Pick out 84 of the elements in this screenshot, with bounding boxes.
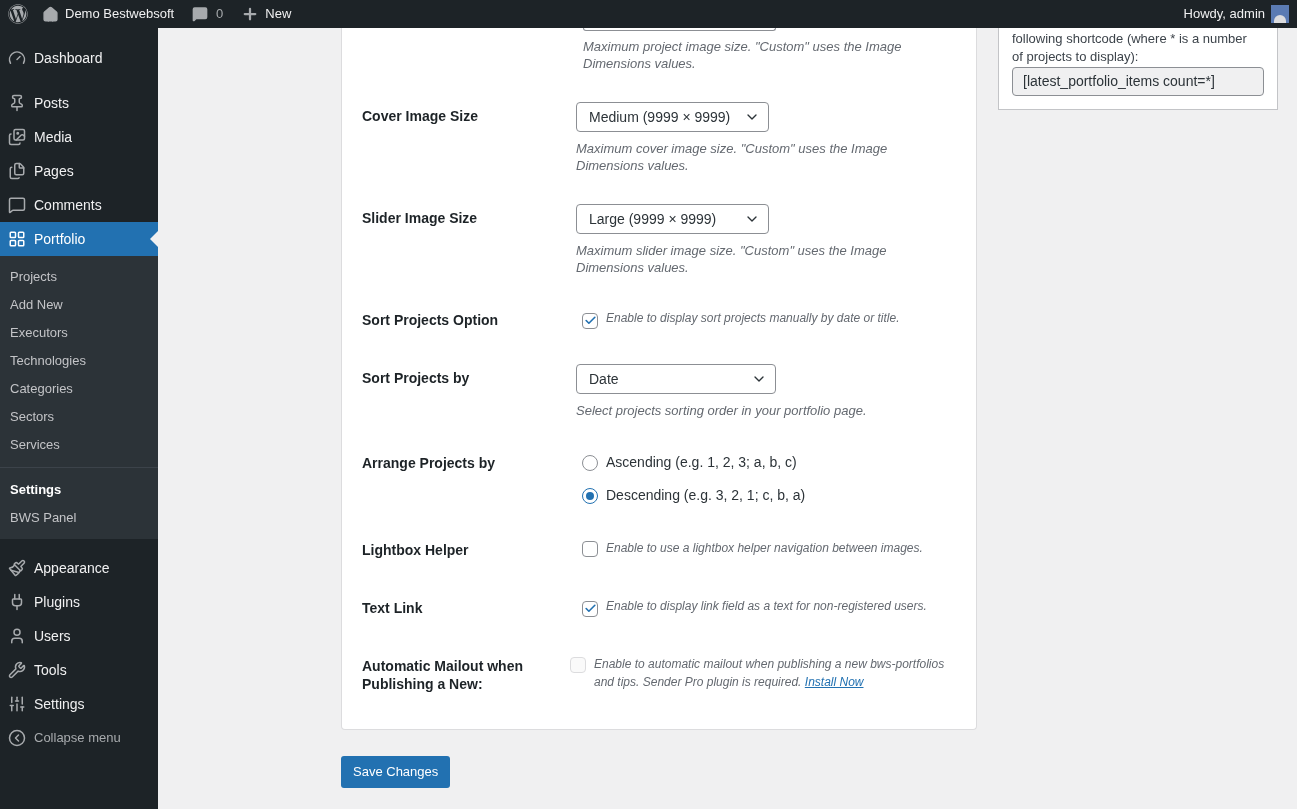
current-arrow-icon xyxy=(150,231,158,247)
field-label: Cover Image Size xyxy=(362,107,479,125)
checkbox-label: Enable to use a lightbox helper navigation between images. xyxy=(606,540,923,557)
submenu-item[interactable]: Services xyxy=(0,431,158,459)
menu-item[interactable]: Media xyxy=(0,120,158,154)
submenu-item[interactable]: Projects xyxy=(0,263,158,291)
menu-label: Pages xyxy=(34,161,74,181)
select-dropdown[interactable]: Date xyxy=(576,364,776,394)
menu-item[interactable]: Pages xyxy=(0,154,158,188)
menu-label: Media xyxy=(34,127,73,147)
radio-label: Ascending (e.g. 1, 2, 3; a, b, c) xyxy=(606,453,797,472)
field-description: Maximum project image size. "Custom" uses the Image Dimensions values. xyxy=(583,38,903,72)
checkbox[interactable] xyxy=(582,541,598,557)
menu-item[interactable]: Users xyxy=(0,619,158,653)
menu-label: Portfolio xyxy=(34,229,86,249)
field-label: Automatic Mailout when Publishing a New: xyxy=(362,657,524,693)
new-link[interactable]: New xyxy=(265,4,292,24)
avatar[interactable] xyxy=(1271,5,1289,23)
comment-icon[interactable] xyxy=(192,6,209,22)
select-dropdown[interactable]: Medium (9999 × 9999) xyxy=(576,102,769,132)
radio-button[interactable] xyxy=(582,454,598,471)
site-name-link[interactable]: Demo Bestwebsoft xyxy=(65,4,175,24)
radio-label: Descending (e.g. 3, 2, 1; c, b, a) xyxy=(606,486,806,505)
checkbox[interactable] xyxy=(582,312,598,329)
paintbrush-icon xyxy=(8,559,26,577)
collapse-icon xyxy=(8,729,26,747)
shortcode-field[interactable]: [latest_portfolio_items count=*] xyxy=(1012,67,1264,96)
submenu-item[interactable]: Sectors xyxy=(0,403,158,431)
field-label: Arrange Projects by xyxy=(362,454,497,472)
field-label: Sort Projects by xyxy=(362,369,471,387)
menu-item[interactable]: Tools xyxy=(0,653,158,687)
comment-icon xyxy=(8,196,26,214)
check-icon xyxy=(583,602,597,615)
settings-icon xyxy=(8,695,26,713)
check-icon xyxy=(583,314,597,327)
menu-item[interactable]: Portfolio xyxy=(0,222,158,256)
user-icon xyxy=(8,627,26,645)
select-dropdown[interactable]: Large (9999 × 9999) xyxy=(576,204,769,234)
menu-label: Tools xyxy=(34,660,67,680)
menu-label: Posts xyxy=(34,93,69,113)
menu-item[interactable]: Dashboard xyxy=(0,41,158,75)
shortcode-hint: following shortcode (where * is a number xyxy=(1012,30,1248,48)
save-changes-button[interactable]: Save Changes xyxy=(341,756,451,788)
submenu-item[interactable]: Settings xyxy=(0,476,158,504)
submenu-item[interactable]: Executors xyxy=(0,319,158,347)
grid-icon xyxy=(8,230,26,248)
pages-icon xyxy=(8,162,26,180)
menu-label: Comments xyxy=(34,195,102,215)
shortcode-hint: of projects to display): xyxy=(1012,48,1140,66)
menu-label: Settings xyxy=(34,694,85,714)
submenu-item[interactable]: BWS Panel xyxy=(0,504,158,532)
radio-button[interactable] xyxy=(582,487,598,504)
field-description: Maximum slider image size. "Custom" uses the Image Dimensions values. xyxy=(576,242,888,276)
field-label: Sort Projects Option xyxy=(362,311,500,329)
menu-label: Appearance xyxy=(34,558,110,578)
field-label: Text Link xyxy=(362,599,424,617)
checkbox[interactable] xyxy=(582,600,598,617)
menu-label: Plugins xyxy=(34,592,80,612)
home-icon xyxy=(42,5,59,23)
media-icon xyxy=(8,128,26,146)
checkbox-label: Enable to display link field as a text for non-registered users. xyxy=(606,598,927,615)
pin-icon xyxy=(8,94,26,112)
field-description: Maximum cover image size. "Custom" uses the Image Dimensions values. xyxy=(576,140,889,174)
wordpress-logo-icon[interactable] xyxy=(8,4,28,24)
checkbox-label: Enable to display sort projects manually by date or title. xyxy=(606,310,900,327)
menu-item[interactable]: Plugins xyxy=(0,585,158,619)
comment-count: 0 xyxy=(216,5,224,24)
menu-label: Users xyxy=(34,626,71,646)
submenu-item[interactable]: Technologies xyxy=(0,347,158,375)
greeting-link[interactable]: Howdy, admin xyxy=(1183,4,1265,24)
field-description: Select projects sorting order in your portfolio page. xyxy=(576,402,868,419)
menu-item[interactable]: Posts xyxy=(0,86,158,120)
menu-item[interactable]: Appearance xyxy=(0,551,158,585)
submenu-item[interactable]: Categories xyxy=(0,375,158,403)
menu-item[interactable]: Settings xyxy=(0,687,158,721)
field-label: Slider Image Size xyxy=(362,209,479,227)
checkbox-label: Enable to automatic mailout when publishing a new bws-portfolios and tips. Sender Pro plugin is required. Install Now xyxy=(594,656,946,691)
submenu-item[interactable]: Add New xyxy=(0,291,158,319)
collapse-menu-button[interactable]: Collapse menu xyxy=(0,721,158,755)
field-label: Lightbox Helper xyxy=(362,541,470,559)
wrench-icon xyxy=(8,661,26,679)
menu-item[interactable]: Comments xyxy=(0,188,158,222)
dashboard-icon xyxy=(8,49,26,67)
menu-label: Dashboard xyxy=(34,48,103,68)
